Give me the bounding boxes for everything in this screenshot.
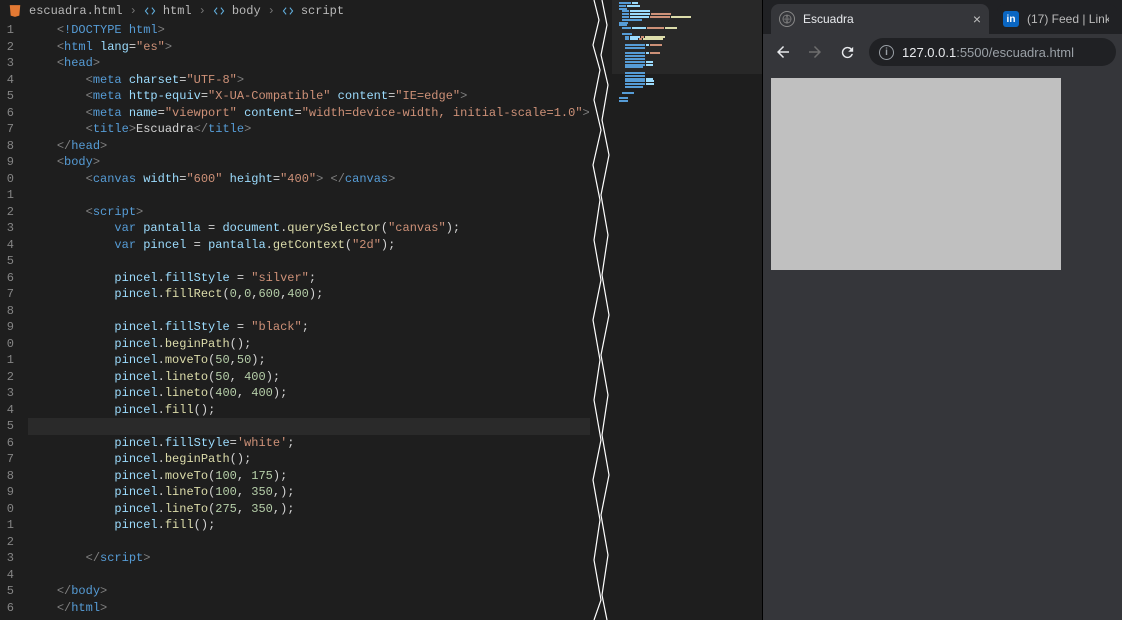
browser-pane: Escuadra × in (17) Feed | Link i 127.0.0…	[762, 0, 1122, 620]
reload-button[interactable]	[833, 38, 861, 66]
browser-viewport	[763, 70, 1122, 620]
file-html-icon	[8, 4, 22, 18]
chevron-right-icon: ›	[268, 4, 275, 18]
breadcrumb-seg-1[interactable]: body	[232, 4, 261, 18]
url-text: 127.0.0.1:5500/escuadra.html	[902, 45, 1074, 60]
breadcrumb-file[interactable]: escuadra.html	[29, 4, 123, 18]
chevron-right-icon: ›	[130, 4, 137, 18]
minimap[interactable]	[612, 0, 762, 620]
page-body	[771, 78, 1114, 612]
address-bar[interactable]: i 127.0.0.1:5500/escuadra.html	[869, 38, 1116, 66]
forward-button[interactable]	[801, 38, 829, 66]
breadcrumb[interactable]: escuadra.html › html › body › script	[0, 0, 590, 22]
tag-icon	[144, 5, 156, 17]
close-icon[interactable]: ×	[973, 11, 981, 27]
tag-icon	[213, 5, 225, 17]
pane-divider	[590, 0, 612, 620]
browser-tab-active[interactable]: Escuadra ×	[771, 4, 989, 34]
breadcrumb-seg-0[interactable]: html	[163, 4, 192, 18]
editor-pane: escuadra.html › html › body › script 123…	[0, 0, 590, 620]
browser-toolbar: i 127.0.0.1:5500/escuadra.html	[763, 34, 1122, 70]
breadcrumb-seg-2[interactable]: script	[301, 4, 344, 18]
minimap-content	[616, 2, 706, 103]
chevron-right-icon: ›	[199, 4, 206, 18]
linkedin-icon: in	[1003, 11, 1019, 27]
tab-title: (17) Feed | Link	[1027, 12, 1109, 26]
back-button[interactable]	[769, 38, 797, 66]
browser-tab-strip: Escuadra × in (17) Feed | Link	[763, 0, 1122, 34]
browser-tab-inactive[interactable]: in (17) Feed | Link	[997, 4, 1117, 34]
info-icon[interactable]: i	[879, 45, 894, 60]
tab-title: Escuadra	[803, 12, 965, 26]
globe-icon	[779, 11, 795, 27]
canvas-output	[771, 78, 1061, 270]
line-number-gutter: 123456789012345678901234567890123456	[0, 22, 18, 620]
code-editor[interactable]: 123456789012345678901234567890123456 <!D…	[0, 22, 590, 620]
tag-icon	[282, 5, 294, 17]
code-content[interactable]: <!DOCTYPE html> <html lang="es"> <head> …	[18, 22, 590, 620]
